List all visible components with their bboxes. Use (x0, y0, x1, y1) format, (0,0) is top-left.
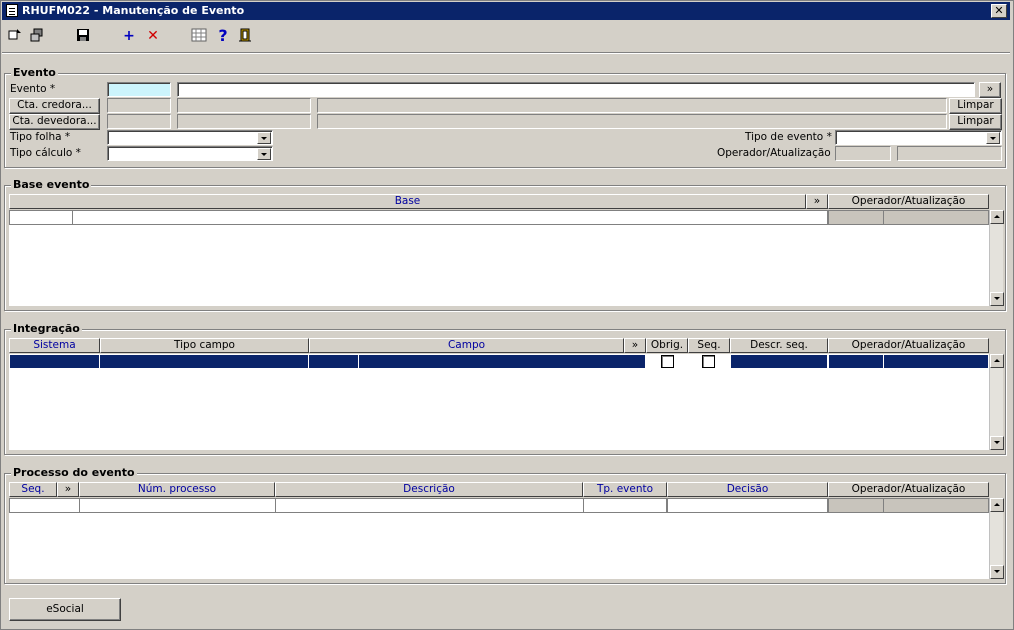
col-header-sistema[interactable]: Sistema (9, 338, 100, 353)
chevron-down-icon[interactable] (257, 132, 271, 144)
integracao-atualizacao-cell (883, 354, 989, 369)
scroll-up-icon[interactable] (990, 210, 1004, 224)
col-header-seq[interactable]: Seq. (9, 482, 57, 497)
operador-atualizacao-label: Operador/Atualização (717, 147, 831, 159)
calendar-grid-icon[interactable] (190, 27, 208, 45)
scroll-up-icon[interactable] (990, 498, 1004, 512)
obrig-checkbox[interactable] (661, 355, 674, 368)
cta-credora-code-field (107, 98, 171, 113)
base-description-cell[interactable] (72, 210, 828, 225)
processo-num-cell[interactable] (79, 498, 276, 513)
col-header-num-processo[interactable]: Núm. processo (79, 482, 275, 497)
cta-devedora-field-2 (177, 114, 311, 129)
processo-decisao-cell[interactable] (667, 498, 828, 513)
col-header-more[interactable]: » (57, 482, 79, 497)
integracao-campo-code-cell[interactable] (308, 354, 359, 369)
integracao-tipo-campo-cell[interactable] (99, 354, 309, 369)
col-header-operador: Operador/Atualização (828, 194, 989, 209)
window-title: RHUFM022 - Manutenção de Evento (22, 4, 245, 17)
integracao-descr-seq-cell[interactable] (730, 354, 828, 369)
processo-atualizacao-cell (883, 498, 989, 513)
col-header-campo[interactable]: Campo (309, 338, 624, 353)
tipo-calculo-select[interactable] (107, 146, 273, 161)
col-header-tipo-campo[interactable]: Tipo campo (100, 338, 309, 353)
cta-devedora-button[interactable]: Cta. devedora... (9, 114, 100, 130)
processo-vertical-scrollbar[interactable] (989, 498, 1004, 579)
operador-field (835, 146, 891, 161)
chevron-down-icon[interactable] (257, 148, 271, 160)
col-header-base[interactable]: Base (9, 194, 806, 209)
execute-query-icon[interactable] (28, 27, 46, 45)
add-icon[interactable]: + (120, 27, 138, 45)
atualizacao-field (897, 146, 1002, 161)
base-code-cell[interactable] (9, 210, 73, 225)
cta-credora-description-field (317, 98, 947, 113)
seq-checkbox[interactable] (702, 355, 715, 368)
toolbar-separator (2, 52, 1010, 54)
cta-devedora-description-field (317, 114, 947, 129)
evento-group-title: Evento (11, 66, 58, 79)
scroll-up-icon[interactable] (990, 354, 1004, 368)
evento-label: Evento * (10, 83, 56, 95)
integracao-operador-cell (828, 354, 884, 369)
tipo-folha-label: Tipo folha * (10, 131, 71, 143)
col-header-decisao[interactable]: Decisão (667, 482, 828, 497)
tipo-evento-label: Tipo de evento * (745, 131, 832, 143)
processo-tp-evento-cell[interactable] (583, 498, 667, 513)
cta-credora-button[interactable]: Cta. credora... (9, 98, 100, 114)
esocial-button[interactable]: eSocial (9, 598, 121, 621)
col-header-obrig[interactable]: Obrig. (646, 338, 688, 353)
processo-group-title: Processo do evento (11, 466, 137, 479)
save-icon[interactable] (74, 27, 92, 45)
tipo-calculo-label: Tipo cálculo * (10, 147, 81, 159)
title-bar: RHUFM022 - Manutenção de Evento ✕ (2, 2, 1010, 20)
col-header-descr-seq[interactable]: Descr. seq. (730, 338, 828, 353)
tipo-folha-select[interactable] (107, 130, 273, 145)
app-icon (6, 4, 18, 17)
evento-more-button[interactable]: » (979, 82, 1001, 98)
processo-seq-cell[interactable] (9, 498, 80, 513)
evento-code-input[interactable] (107, 82, 171, 97)
base-atualizacao-cell (883, 210, 989, 225)
col-header-operador: Operador/Atualização (828, 338, 989, 353)
integracao-group-title: Integração (11, 322, 82, 335)
col-header-more[interactable]: » (624, 338, 646, 353)
exit-icon[interactable] (236, 27, 254, 45)
base-vertical-scrollbar[interactable] (989, 210, 1004, 306)
evento-description-input[interactable] (177, 82, 975, 97)
col-header-seq[interactable]: Seq. (688, 338, 730, 353)
limpar-credora-button[interactable]: Limpar (949, 98, 1002, 114)
integracao-sistema-cell[interactable] (9, 354, 100, 369)
chevron-down-icon[interactable] (986, 132, 1000, 144)
close-button[interactable]: ✕ (991, 4, 1007, 18)
scroll-down-icon[interactable] (990, 436, 1004, 450)
toolbar: + ✕ ? (2, 24, 1010, 50)
scroll-down-icon[interactable] (990, 565, 1004, 579)
tipo-evento-select[interactable] (835, 130, 1002, 145)
enter-query-icon[interactable] (6, 27, 24, 45)
delete-icon[interactable]: ✕ (144, 27, 162, 45)
col-header-more[interactable]: » (806, 194, 828, 209)
col-header-operador: Operador/Atualização (828, 482, 989, 497)
cta-credora-field-2 (177, 98, 311, 113)
processo-operador-cell (828, 498, 884, 513)
scroll-down-icon[interactable] (990, 292, 1004, 306)
base-evento-group-title: Base evento (11, 178, 92, 191)
col-header-descricao[interactable]: Descrição (275, 482, 583, 497)
cta-devedora-code-field (107, 114, 171, 129)
processo-descricao-cell[interactable] (275, 498, 584, 513)
integracao-vertical-scrollbar[interactable] (989, 354, 1004, 450)
base-operador-cell (828, 210, 884, 225)
integracao-campo-desc-cell[interactable] (358, 354, 646, 369)
col-header-tp-evento[interactable]: Tp. evento (583, 482, 667, 497)
limpar-devedora-button[interactable]: Limpar (949, 114, 1002, 130)
help-icon[interactable]: ? (214, 27, 232, 45)
